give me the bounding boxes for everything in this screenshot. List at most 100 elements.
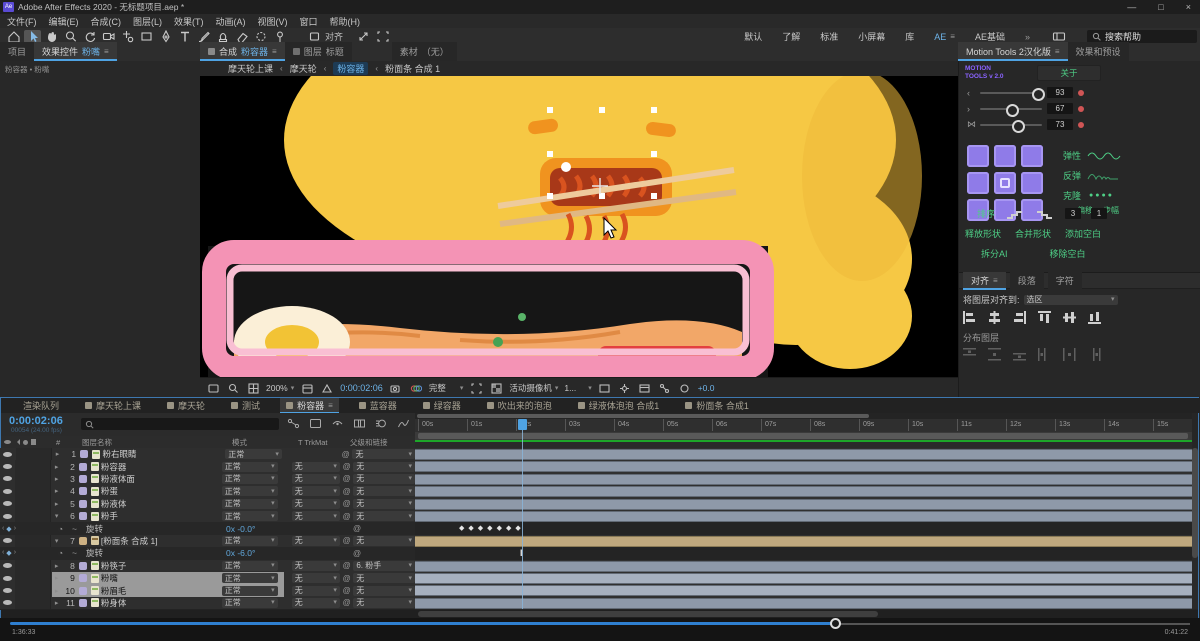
align-left-icon[interactable] <box>963 311 976 326</box>
parent-dropdown[interactable]: 无▾ <box>353 486 415 496</box>
blend-mode-dropdown[interactable]: 正常▾ <box>222 474 278 484</box>
ease-both-value[interactable]: 73 <box>1047 119 1073 130</box>
vscroll-thumb[interactable] <box>1192 448 1198 558</box>
parent-dropdown[interactable]: 无▾ <box>352 449 415 459</box>
table-row-layer-1[interactable]: ▸ 1 粉右眼睛 正常▾ @ 无▾ <box>0 448 415 461</box>
twirl-icon[interactable]: ▸ <box>51 562 63 570</box>
trkmat-dropdown[interactable]: 无▾ <box>292 561 340 571</box>
blend-mode-dropdown[interactable]: 正常▾ <box>222 586 278 596</box>
sort-up-icon[interactable] <box>1005 207 1025 220</box>
pickwhip-icon[interactable]: @ <box>340 474 353 483</box>
time-ruler[interactable]: 00s01s 02s03s 04s05s 06s07s 08s09s 10s11… <box>415 419 1192 433</box>
ease-both-slider[interactable] <box>980 124 1042 126</box>
progress-bar-remaining[interactable] <box>836 623 1190 625</box>
viewer-timecode[interactable]: 0:00:02:06 <box>340 383 383 393</box>
tab-comp-9[interactable]: 粉面条 合成1 <box>679 398 755 414</box>
layer-search-box[interactable] <box>81 418 279 430</box>
trkmat-dropdown[interactable]: 无▾ <box>292 499 340 509</box>
reset-exposure-icon[interactable] <box>678 382 692 395</box>
label-color-swatch[interactable] <box>79 500 87 508</box>
layer-name[interactable]: 粉容器 <box>101 461 222 473</box>
eye-icon[interactable] <box>3 538 12 543</box>
timeline-vscrollbar[interactable] <box>1192 448 1198 609</box>
anchor-mid-left[interactable] <box>967 172 989 194</box>
menu-window[interactable]: 窗口 <box>300 15 318 28</box>
layer-name[interactable]: 粉右眼睛 <box>102 448 225 460</box>
keyframe-track[interactable]: I <box>415 547 1192 560</box>
pixel-aspect-icon[interactable] <box>598 382 612 395</box>
about-button[interactable]: 关于 <box>1037 65 1101 81</box>
timeline-hscrollbar[interactable] <box>1 610 1198 618</box>
property-name[interactable]: 旋转 <box>86 523 226 535</box>
graph-toggle-icon[interactable]: ~ <box>72 524 86 534</box>
camera-view-dropdown[interactable]: 活动摄像机▾ <box>509 382 558 394</box>
mode-column[interactable]: 模式 <box>232 437 298 448</box>
parent-dropdown[interactable]: 无▾ <box>353 499 415 509</box>
layer-duration-bar[interactable] <box>415 461 1192 472</box>
layer-name[interactable]: 粉筷子 <box>101 560 222 572</box>
eye-icon[interactable] <box>3 501 12 506</box>
layer-name[interactable]: 粉嘴 <box>101 572 222 584</box>
resolution-dropdown[interactable]: 完整▾ <box>429 382 464 394</box>
layer-name[interactable]: 粉液体 <box>101 498 222 510</box>
tab-composition[interactable]: 合成 粉容器 ≡ <box>200 42 285 61</box>
keyframe-icon[interactable]: ◆ <box>506 524 511 532</box>
elastic-button[interactable]: 弹性 <box>1063 149 1081 162</box>
table-row-layer-9-selected[interactable]: ▸ 9 粉嘴 正常▾ 无▾ @ 无▾ <box>0 572 415 585</box>
stopwatch-icon[interactable]: ◔ <box>58 548 72 558</box>
composition-canvas[interactable] <box>200 76 958 377</box>
shape-tool-icon[interactable] <box>138 30 155 44</box>
eye-icon[interactable] <box>3 563 12 568</box>
keyframe-icon[interactable]: ◆ <box>459 524 464 532</box>
graph-editor-icon[interactable] <box>397 417 410 430</box>
nav-comp-current[interactable]: 粉容器 <box>333 62 368 75</box>
ease-out-apply-dot[interactable] <box>1078 106 1084 112</box>
parent-dropdown[interactable]: 无▾ <box>353 474 415 484</box>
prev-keyframe-icon[interactable]: ‹ <box>2 525 4 533</box>
pickwhip-icon[interactable]: @ <box>340 462 353 471</box>
trkmat-dropdown[interactable]: 无▾ <box>292 462 340 472</box>
trkmat-dropdown[interactable]: 无▾ <box>292 598 340 608</box>
mask-visibility-icon[interactable] <box>320 382 334 395</box>
blend-mode-dropdown[interactable]: 正常▾ <box>222 573 278 583</box>
parent-dropdown[interactable]: 无▾ <box>353 511 415 521</box>
layer-duration-bar[interactable] <box>415 598 1192 609</box>
tab-comp-3[interactable]: 测试 <box>225 398 266 414</box>
table-row-layer-11[interactable]: ▸ 11 粉身体 正常▾ 无▾ @ 无▾ <box>0 597 415 610</box>
label-color-swatch[interactable] <box>79 512 87 520</box>
trkmat-dropdown[interactable]: 无▾ <box>292 573 340 583</box>
keyframe-icon[interactable]: ◆ <box>478 524 483 532</box>
transparency-grid-icon[interactable] <box>489 382 503 395</box>
ease-both-apply-dot[interactable] <box>1078 122 1084 128</box>
keyframe-icon[interactable]: ◆ <box>497 524 502 532</box>
snapshot-camera-icon[interactable] <box>389 382 403 395</box>
twirl-icon[interactable]: ▾ <box>51 537 63 545</box>
table-row-layer-2[interactable]: ▸ 2 粉容器 正常▾ 无▾ @ 无▾ <box>0 460 415 473</box>
blend-mode-dropdown[interactable]: 正常▾ <box>222 536 278 546</box>
anchor-mid-right[interactable] <box>1021 172 1043 194</box>
blend-mode-dropdown[interactable]: 正常▾ <box>222 462 278 472</box>
property-row-rotation-2[interactable]: ‹ ◆ › ◔ ~ 旋转 0x -6.0° @ <box>0 547 415 560</box>
view-layout-dropdown[interactable]: 1...▾ <box>564 383 591 393</box>
parent-dropdown[interactable]: 无▾ <box>353 586 415 596</box>
layer-duration-bar[interactable] <box>415 585 1192 596</box>
workspace-libraries[interactable]: 库 <box>905 30 914 43</box>
tab-effects-presets[interactable]: 效果和预设 <box>1068 42 1129 61</box>
pickwhip-icon[interactable]: @ <box>340 574 353 583</box>
anchor-center[interactable] <box>994 172 1016 194</box>
clone-button[interactable]: 克隆 <box>1063 189 1081 202</box>
prev-keyframe-icon[interactable]: ‹ <box>2 549 4 557</box>
pickwhip-icon[interactable]: @ <box>339 450 353 459</box>
maximize-button[interactable]: □ <box>1158 2 1163 12</box>
parent-dropdown[interactable]: 无▾ <box>353 536 415 546</box>
workspace-overflow-icon[interactable]: » <box>1025 32 1030 42</box>
menu-help[interactable]: 帮助(H) <box>330 15 361 28</box>
panel-menu-icon[interactable]: ≡ <box>104 47 109 56</box>
parent-column[interactable]: 父级和链接 <box>350 437 388 448</box>
keyframe-here-icon[interactable]: ◆ <box>6 525 11 533</box>
pickwhip-icon[interactable]: @ <box>340 536 353 545</box>
stopwatch-icon[interactable]: ◔ <box>58 524 72 534</box>
tab-comp-2[interactable]: 摩天轮 <box>161 398 211 414</box>
layer-name[interactable]: 粉蛋 <box>101 485 222 497</box>
table-row-layer-7[interactable]: ▾ 7 [粉面条 合成 1] 正常▾ 无▾ @ 无▾ <box>0 535 415 548</box>
